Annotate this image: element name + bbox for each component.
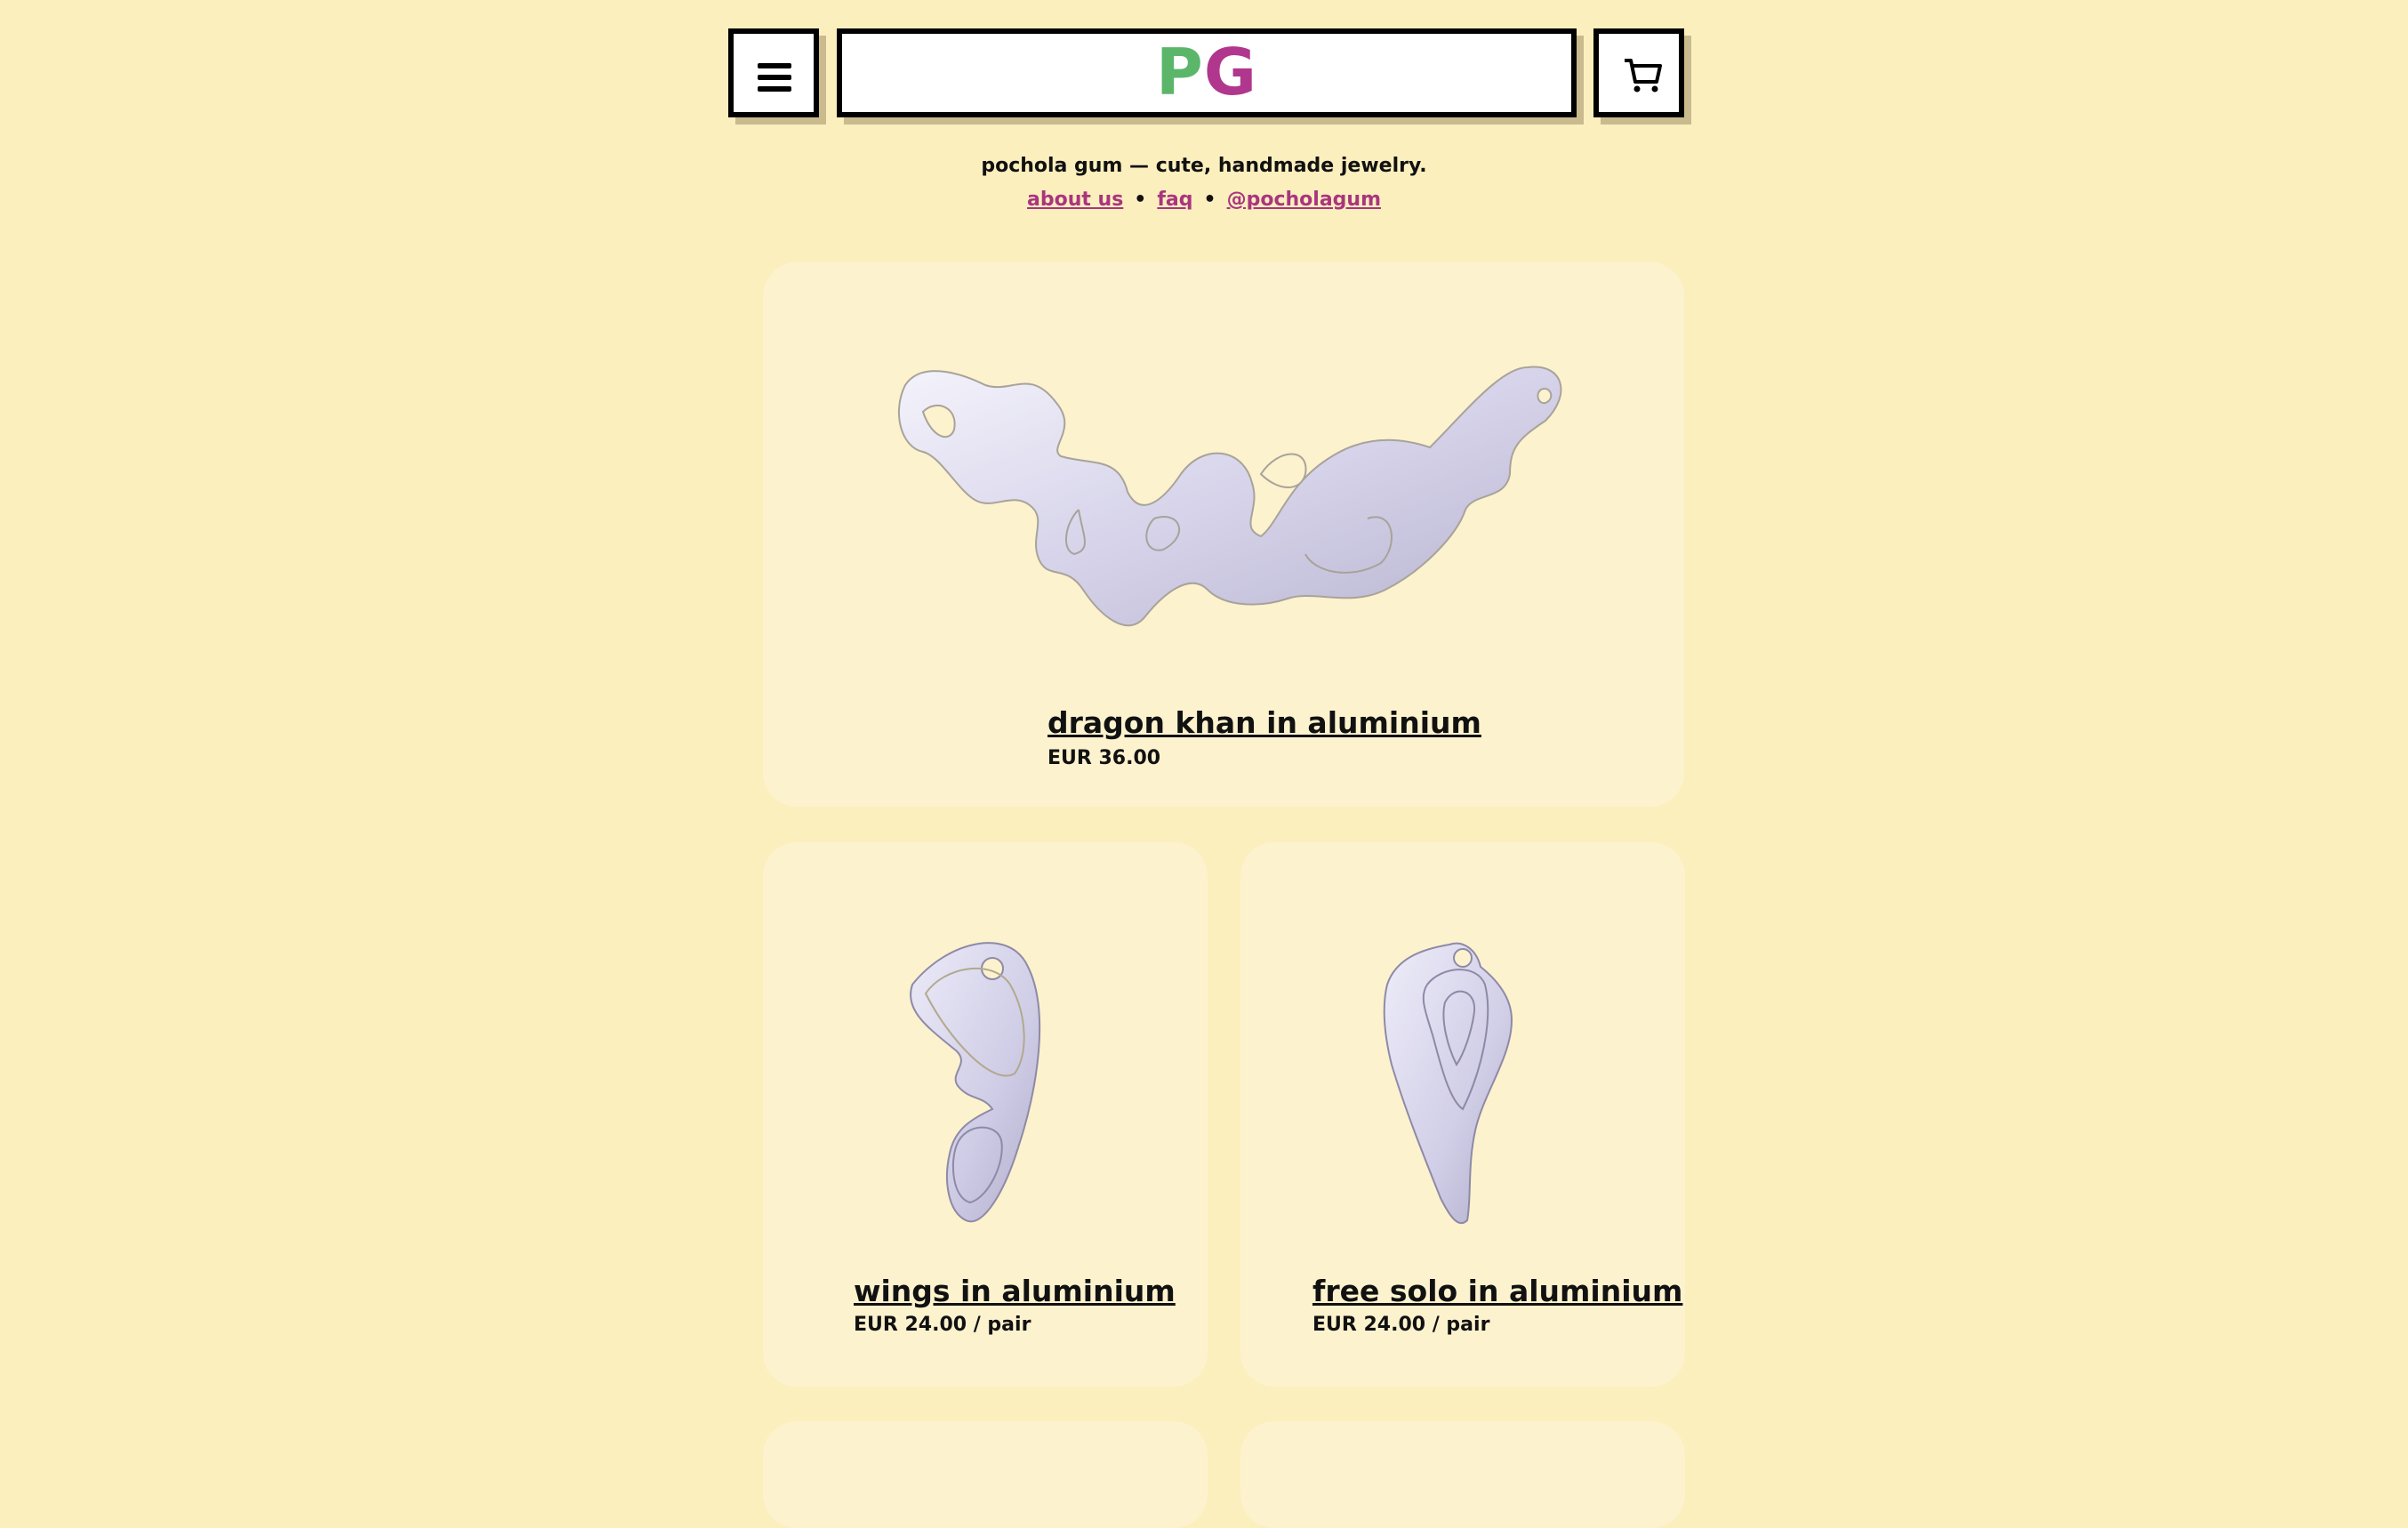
product-card[interactable]: free solo in aluminium EUR 24.00 / pair <box>1240 842 1685 1387</box>
product-card[interactable]: dragon khan in aluminium EUR 36.00 <box>763 262 1684 807</box>
hamburger-menu-icon <box>758 63 791 98</box>
free-solo-earring-image[interactable] <box>1378 931 1547 1234</box>
tagline: pochola gum — cute, handmade jewelry. <box>981 155 1427 177</box>
product-price: EUR 24.00 / pair <box>1312 1314 1490 1336</box>
product-price: EUR 36.00 <box>1047 747 1161 769</box>
product-card[interactable] <box>1240 1421 1685 1528</box>
product-title[interactable]: wings in aluminium <box>854 1274 1176 1308</box>
dragon-khan-necklace-image[interactable] <box>887 358 1599 643</box>
faq-link[interactable]: faq <box>1157 189 1192 211</box>
link-separator: • <box>1134 189 1147 211</box>
product-title[interactable]: free solo in aluminium <box>1312 1274 1682 1308</box>
header-links: about us • faq • @pocholagum <box>0 189 2408 211</box>
product-price: EUR 24.00 / pair <box>854 1314 1031 1336</box>
about-us-link[interactable]: about us <box>1027 189 1123 211</box>
product-card[interactable]: wings in aluminium EUR 24.00 / pair <box>763 842 1208 1387</box>
shopping-cart-icon <box>1625 59 1662 92</box>
product-title[interactable]: dragon khan in aluminium <box>1047 705 1481 740</box>
logo: PG <box>842 34 1571 110</box>
cart-button[interactable] <box>1593 28 1684 117</box>
logo-letter-g: G <box>1203 35 1257 109</box>
product-card[interactable] <box>763 1421 1208 1528</box>
logo-link[interactable]: PG <box>837 28 1577 117</box>
logo-letter-p: P <box>1156 35 1204 109</box>
wings-earring-image[interactable] <box>895 931 1072 1234</box>
link-separator: • <box>1203 189 1216 211</box>
menu-button[interactable] <box>728 28 819 117</box>
instagram-link[interactable]: @pocholagum <box>1227 189 1381 211</box>
